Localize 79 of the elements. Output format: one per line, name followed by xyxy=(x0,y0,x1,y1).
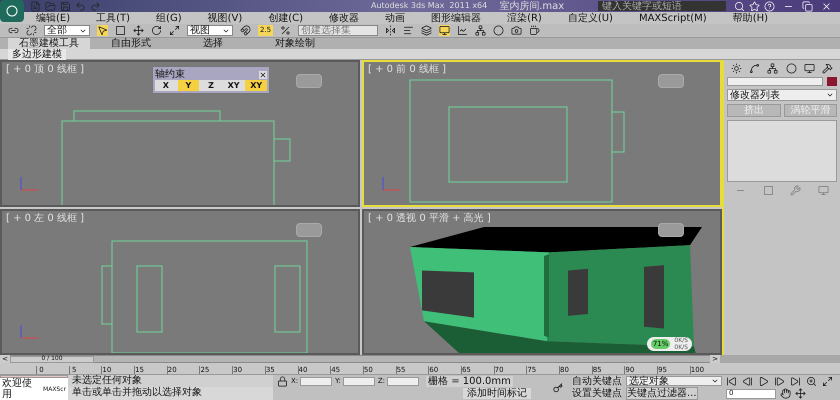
modifier-list-dropdown[interactable]: 修改器列表 xyxy=(727,89,837,101)
star-icon[interactable] xyxy=(749,0,760,12)
percent-snap-icon[interactable] xyxy=(280,25,292,36)
region-select-icon[interactable] xyxy=(115,25,126,36)
object-color-swatch[interactable] xyxy=(827,77,837,86)
window-title: Autodesk 3ds Max 2011 x64 xyxy=(371,0,488,12)
set-key-button[interactable]: 设置关键点 xyxy=(572,388,622,399)
ribbon-tab[interactable]: 石墨建模工具 xyxy=(8,38,90,49)
app-logo-icon[interactable] xyxy=(0,0,24,22)
close-icon[interactable] xyxy=(821,0,832,12)
hierarchy-icon[interactable] xyxy=(767,63,778,74)
menu-item[interactable]: 动画 xyxy=(385,12,406,24)
mirror-icon[interactable] xyxy=(385,25,396,36)
axis-tripod-icon xyxy=(18,174,40,192)
named-selection-dropdown[interactable]: 创建选择集 xyxy=(298,25,378,36)
go-to-end-icon[interactable] xyxy=(790,376,801,386)
display-icon[interactable] xyxy=(804,63,815,74)
link-icon[interactable] xyxy=(8,25,19,36)
zoom-extents-icon[interactable] xyxy=(822,376,833,386)
ribbon-panel-tab[interactable]: 多边形建模 xyxy=(8,48,66,60)
unlink-icon[interactable] xyxy=(26,25,37,36)
coordinate-field[interactable] xyxy=(387,376,420,386)
toolbar-title: 轴约束 xyxy=(155,69,185,80)
file-name: 室内房间.max xyxy=(499,0,564,12)
ribbon-tab[interactable]: 自由形式 xyxy=(90,38,172,49)
next-frame-icon[interactable] xyxy=(774,376,785,386)
reference-coordinate-dropdown[interactable]: 视图 xyxy=(187,25,233,36)
search-icon[interactable] xyxy=(734,0,745,12)
key-mode-dropdown[interactable]: 选定对象 xyxy=(626,376,722,386)
pan-icon[interactable] xyxy=(780,388,791,399)
menu-item[interactable]: 渲染(R) xyxy=(507,12,542,24)
ribbon-tab[interactable]: 对象绘制 xyxy=(254,38,336,49)
ribbon-tab[interactable]: 选择 xyxy=(172,38,254,49)
align-icon[interactable] xyxy=(403,25,414,36)
menu-item[interactable]: 修改器 xyxy=(329,12,360,24)
rotate-icon[interactable] xyxy=(151,25,162,36)
coordinate-field[interactable] xyxy=(342,376,375,386)
menu-item[interactable]: MAXScript(M) xyxy=(638,12,707,24)
go-to-start-icon[interactable] xyxy=(726,376,737,386)
coordinate-field[interactable] xyxy=(300,376,332,386)
axis-tripod-icon xyxy=(380,174,402,192)
curve-editor-icon[interactable] xyxy=(457,25,468,36)
schematic-icon[interactable] xyxy=(475,25,486,36)
menu-item[interactable]: 视图(V) xyxy=(208,12,242,24)
key-icon[interactable] xyxy=(551,382,565,392)
auto-key-button[interactable]: 自动关键点 xyxy=(572,376,622,386)
menu-item[interactable]: 创建(C) xyxy=(268,12,304,24)
zoom-icon[interactable] xyxy=(806,376,817,386)
select-arrow-icon[interactable] xyxy=(97,25,108,36)
scale-icon[interactable] xyxy=(169,25,180,36)
configure-icon[interactable] xyxy=(790,185,802,196)
menu-item[interactable]: 编辑(E) xyxy=(36,12,70,24)
play-icon[interactable] xyxy=(758,376,769,386)
layers-icon[interactable] xyxy=(421,25,432,36)
ribbon-toggle-icon[interactable] xyxy=(439,25,450,36)
modify-icon[interactable] xyxy=(749,63,760,74)
menu-item[interactable]: 工具(T) xyxy=(96,12,130,24)
axis-tripod-icon xyxy=(18,323,40,341)
utilities-icon[interactable] xyxy=(822,63,833,74)
menu-item[interactable]: 组(G) xyxy=(156,12,182,24)
close-icon[interactable] xyxy=(259,70,267,78)
menu-item[interactable]: 帮助(H) xyxy=(732,12,768,24)
object-name-field[interactable] xyxy=(727,77,823,86)
restore-icon[interactable] xyxy=(802,0,813,12)
selection-status: 未选定任何对象 xyxy=(68,375,273,387)
magnet-icon[interactable] xyxy=(240,25,251,36)
axis-button[interactable]: Y xyxy=(178,80,200,91)
move-icon[interactable] xyxy=(133,25,144,36)
selection-filter-dropdown[interactable]: 全部 xyxy=(44,25,90,36)
lock-icon[interactable] xyxy=(277,376,288,386)
create-icon[interactable] xyxy=(731,63,742,74)
add-time-tag[interactable]: 添加时间标记 xyxy=(463,388,531,399)
menu-item[interactable]: 自定义(U) xyxy=(568,12,613,24)
key-filters-button[interactable]: 关键点过滤器... xyxy=(626,387,698,400)
axis-button[interactable]: XY xyxy=(245,80,267,91)
menu-item[interactable]: 图形编辑器 xyxy=(431,12,482,24)
previous-frame-icon[interactable] xyxy=(742,376,753,386)
grid-size: 栅格 = 100.0mm xyxy=(426,376,513,386)
help-icon[interactable] xyxy=(764,0,775,12)
